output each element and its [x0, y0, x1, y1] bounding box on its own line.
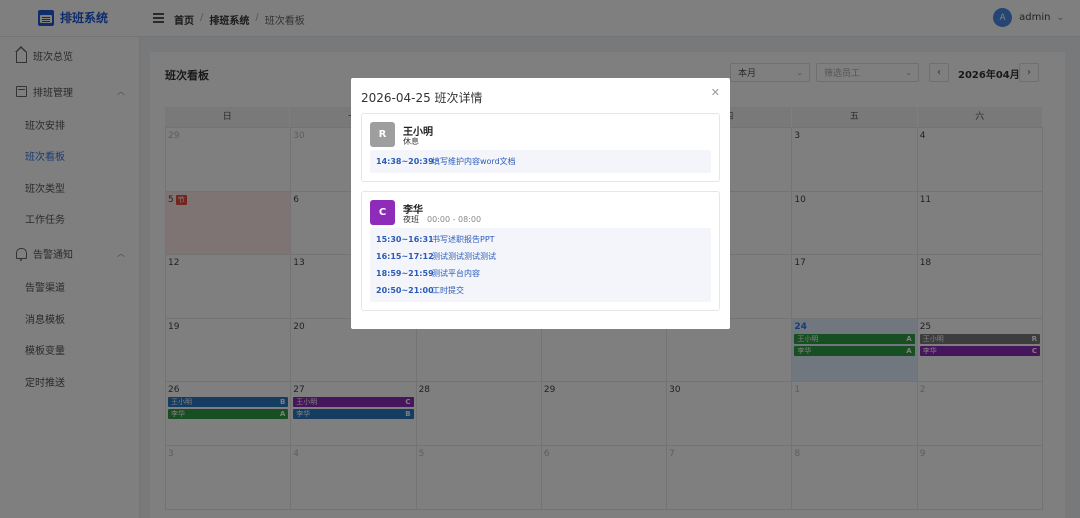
task-time: 16:15~17:12: [376, 252, 434, 261]
task-desc: 测试测试测试测试: [432, 252, 496, 261]
task-item[interactable]: 18:59~21:59 测试平台内容: [370, 265, 711, 282]
task-desc: 测试平台内容: [432, 269, 480, 278]
task-time: 15:30~16:31: [376, 235, 434, 244]
modal-title: 2026-04-25 班次详情: [361, 91, 483, 105]
employee-avatar: R: [370, 122, 395, 147]
shift-name: 休息: [403, 137, 419, 146]
task-desc: 填写维护内容word文档: [432, 157, 516, 166]
employee-card: R 王小明 休息 14:38~20:39 填写维护内容word文档: [361, 113, 720, 182]
shift-name: 夜班: [403, 215, 419, 224]
shift-detail-modal: 2026-04-25 班次详情 ✕ R 王小明 休息 14:38~20:39 填…: [351, 78, 730, 329]
task-item[interactable]: 20:50~21:00 工时提交: [370, 282, 711, 299]
task-time: 20:50~21:00: [376, 286, 434, 295]
employee-avatar: C: [370, 200, 395, 225]
task-desc: 工时提交: [432, 286, 464, 295]
task-item[interactable]: 14:38~20:39 填写维护内容word文档: [370, 153, 711, 170]
close-icon[interactable]: ✕: [711, 86, 720, 99]
task-time: 18:59~21:59: [376, 269, 434, 278]
task-item[interactable]: 16:15~17:12 测试测试测试测试: [370, 248, 711, 265]
task-list: 15:30~16:31 书写述职报告PPT 16:15~17:12 测试测试测试…: [370, 228, 711, 302]
employee-shift: 夜班 00:00 - 08:00: [403, 214, 481, 225]
task-time: 14:38~20:39: [376, 157, 434, 166]
task-desc: 书写述职报告PPT: [432, 235, 495, 244]
employee-card: C 李华 夜班 00:00 - 08:00 15:30~16:31 书写述职报告P…: [361, 191, 720, 311]
shift-time: 00:00 - 08:00: [427, 215, 482, 224]
task-list: 14:38~20:39 填写维护内容word文档: [370, 150, 711, 173]
employee-shift: 休息: [403, 136, 419, 147]
task-item[interactable]: 15:30~16:31 书写述职报告PPT: [370, 231, 711, 248]
